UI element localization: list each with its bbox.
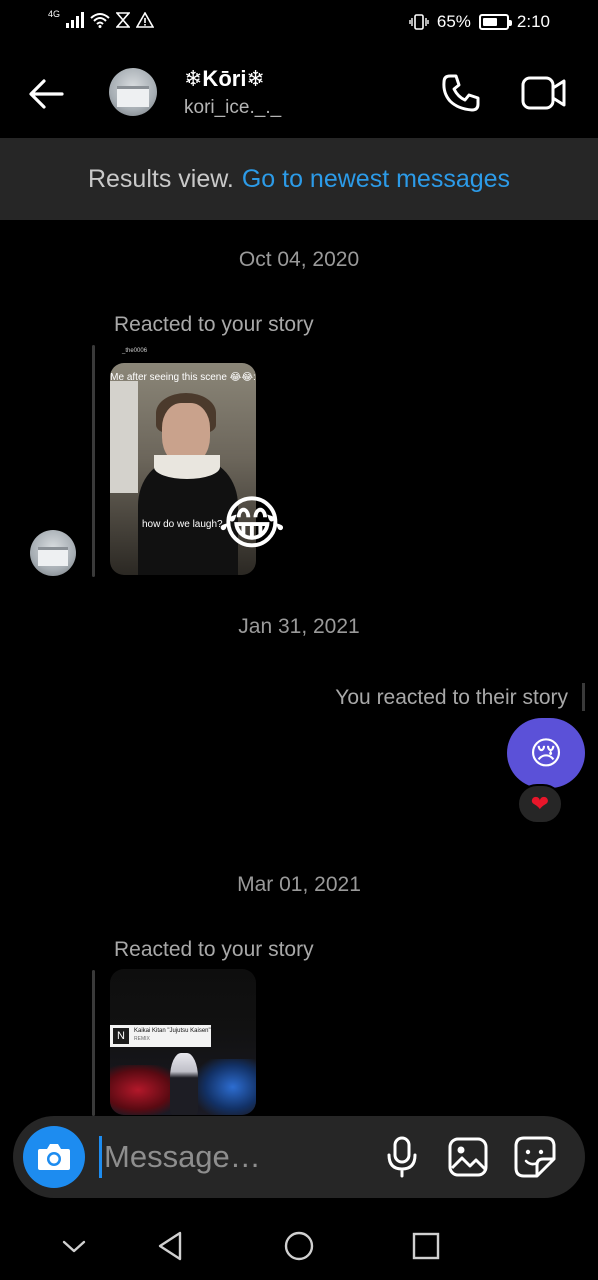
microphone-icon bbox=[387, 1136, 417, 1178]
date-separator: Mar 01, 2021 bbox=[237, 873, 361, 896]
clock: 2:10 bbox=[516, 12, 550, 31]
date-separator: Jan 31, 2021 bbox=[238, 615, 360, 638]
story-top-caption: Me after seeing this scene 😂😂: bbox=[110, 372, 256, 383]
battery-icon bbox=[478, 14, 512, 30]
gallery-button[interactable] bbox=[447, 1136, 489, 1178]
arrow-left-icon bbox=[29, 79, 64, 109]
results-view-banner: Results view. Go to newest messages bbox=[0, 138, 598, 220]
hourglass-icon bbox=[116, 12, 131, 28]
message-input[interactable] bbox=[99, 1136, 359, 1178]
reply-bar bbox=[582, 683, 585, 711]
reply-bar bbox=[92, 345, 95, 577]
video-call-button[interactable] bbox=[520, 72, 568, 114]
network-label: 4G bbox=[48, 9, 61, 19]
battery-percent: 65% bbox=[436, 12, 471, 31]
contact-username[interactable]: kori_ice._._ bbox=[184, 97, 281, 119]
video-camera-icon bbox=[521, 76, 566, 110]
reacted-label: Reacted to your story bbox=[114, 938, 314, 961]
laughing-emoji-reaction: 😂 bbox=[218, 489, 286, 557]
my-reacted-label: You reacted to their story bbox=[335, 686, 568, 709]
camera-button[interactable] bbox=[23, 1126, 85, 1188]
system-nav-bar bbox=[0, 1212, 598, 1280]
back-button[interactable] bbox=[24, 72, 68, 116]
music-title: Kaikai Kitan "Jujutsu Kaisen" bbox=[134, 1028, 211, 1034]
reply-bar bbox=[92, 970, 95, 1116]
message-composer bbox=[13, 1116, 585, 1198]
sticker-icon bbox=[514, 1136, 556, 1178]
heart-reaction-badge[interactable]: ❤ bbox=[517, 784, 563, 824]
nav-home-button[interactable] bbox=[281, 1228, 317, 1264]
results-view-text: Results view. bbox=[87, 164, 234, 193]
chat-header: ❄Kōri❄ kori_ice._._ bbox=[0, 44, 598, 138]
sticker-button[interactable] bbox=[513, 1135, 557, 1179]
triangle-back-icon bbox=[158, 1231, 182, 1261]
battery-fill bbox=[482, 18, 498, 26]
circle-home-icon bbox=[284, 1231, 314, 1261]
sender-avatar[interactable] bbox=[30, 530, 76, 576]
image-icon bbox=[448, 1137, 488, 1177]
story-bottom-caption: how do we laugh? bbox=[142, 519, 223, 530]
avatar[interactable] bbox=[109, 68, 157, 116]
call-button[interactable] bbox=[440, 72, 482, 114]
chevron-down-icon bbox=[62, 1240, 86, 1253]
status-bar: 4G 65% 2:10 bbox=[0, 0, 598, 44]
signal-icon bbox=[66, 12, 85, 28]
nav-collapse-button[interactable] bbox=[56, 1228, 92, 1264]
reacted-label: Reacted to your story bbox=[114, 313, 314, 336]
story-thumbnail[interactable]: N Kaikai Kitan "Jujutsu Kaisen" REMIX bbox=[110, 969, 256, 1115]
wifi-icon bbox=[90, 13, 110, 28]
warning-icon bbox=[136, 12, 155, 28]
go-to-newest-link[interactable]: Go to newest messages bbox=[242, 165, 510, 194]
story-poster-handle: _the0006 bbox=[122, 348, 148, 354]
phone-icon bbox=[442, 74, 480, 112]
music-card: N Kaikai Kitan "Jujutsu Kaisen" REMIX bbox=[110, 1025, 211, 1047]
date-separator: Oct 04, 2020 bbox=[238, 248, 360, 271]
square-recent-icon bbox=[412, 1232, 440, 1260]
status-left: 4G bbox=[48, 9, 155, 28]
crying-emoji: 😢 bbox=[529, 734, 563, 772]
camera-icon bbox=[38, 1144, 70, 1170]
sent-emoji-bubble[interactable]: 😢 bbox=[507, 718, 585, 788]
vibrate-icon bbox=[409, 14, 429, 30]
nav-recents-button[interactable] bbox=[408, 1228, 444, 1264]
heart-icon: ❤ bbox=[530, 791, 550, 816]
nav-back-button[interactable] bbox=[153, 1228, 189, 1264]
contact-name[interactable]: ❄Kōri❄ bbox=[184, 66, 265, 92]
status-right: 65% 2:10 bbox=[409, 12, 550, 32]
music-subtitle: REMIX bbox=[134, 1036, 150, 1042]
microphone-button[interactable] bbox=[383, 1136, 421, 1178]
music-logo: N bbox=[113, 1028, 129, 1044]
